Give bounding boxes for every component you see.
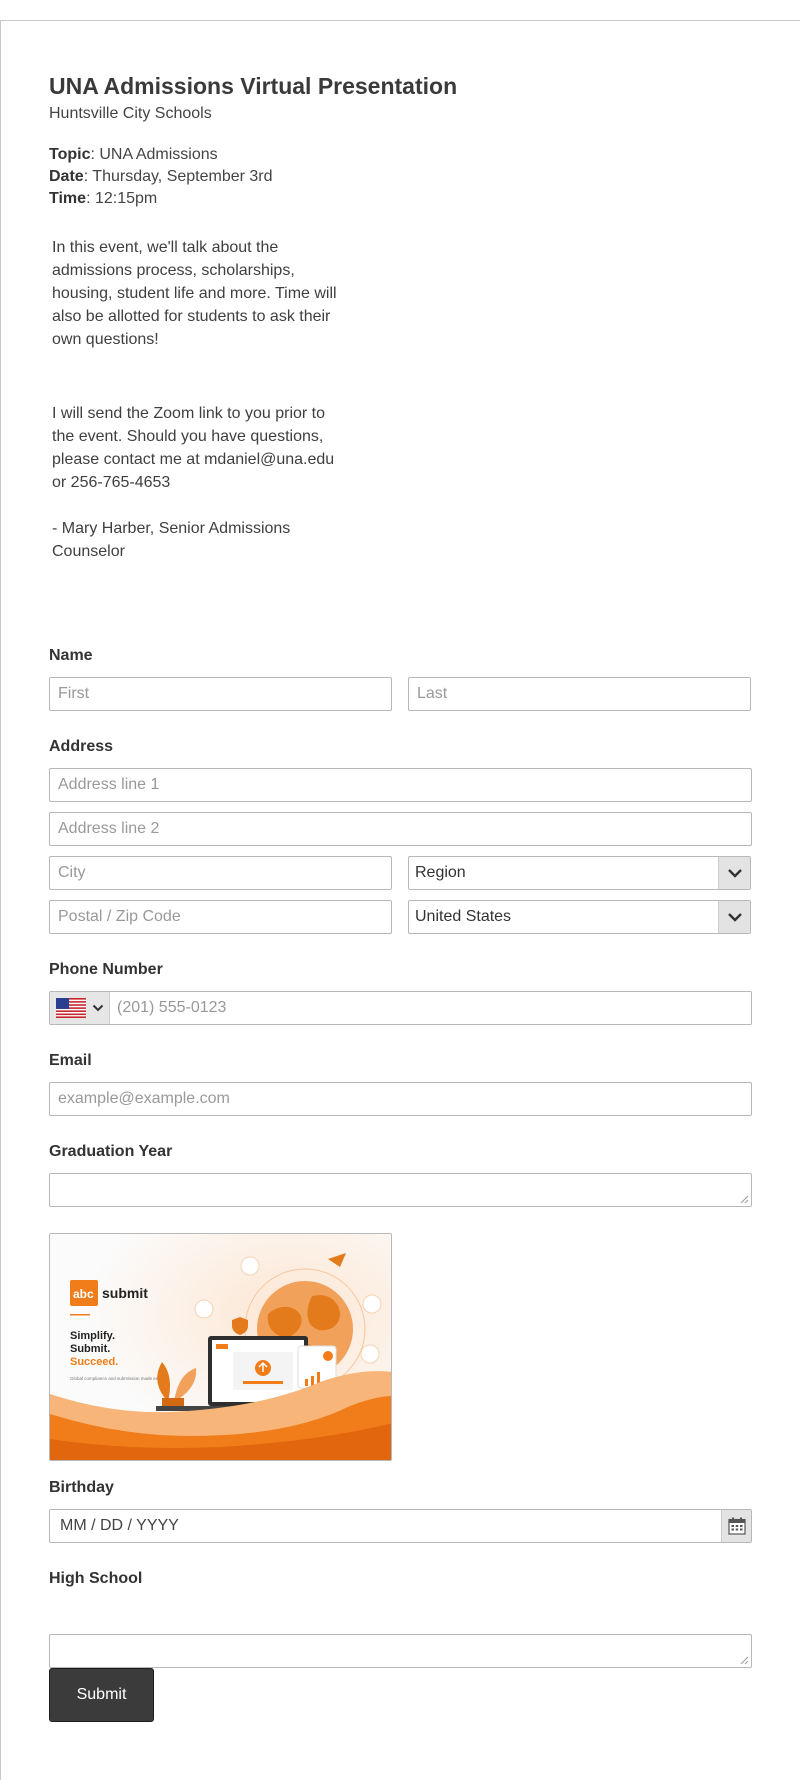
promo-tagline: Global compliance and submission made ea… bbox=[70, 1376, 164, 1381]
birthday-label: Birthday bbox=[49, 1479, 114, 1496]
birthday-field: MM / DD / YYYY bbox=[49, 1509, 752, 1543]
country-code-picker[interactable] bbox=[50, 992, 110, 1024]
zip-input[interactable]: Postal / Zip Code bbox=[49, 900, 392, 934]
chevron-down-icon bbox=[92, 1004, 103, 1012]
brand-text: submit bbox=[102, 1285, 148, 1301]
high-school-input[interactable] bbox=[49, 1634, 752, 1668]
city-input[interactable]: City bbox=[49, 856, 392, 890]
calendar-button[interactable] bbox=[721, 1510, 751, 1542]
phone-field: (201) 555-0123 bbox=[49, 991, 752, 1025]
email-label: Email bbox=[49, 1052, 92, 1069]
graduation-year-label: Graduation Year bbox=[49, 1143, 173, 1160]
description-contact: I will send the Zoom link to you prior t… bbox=[52, 405, 335, 491]
time-value: : 12:15pm bbox=[86, 190, 158, 207]
country-value: United States bbox=[415, 908, 512, 925]
page-title: UNA Admissions Virtual Presentation bbox=[49, 73, 458, 99]
registration-form: UNA Admissions Virtual Presentation Hunt… bbox=[49, 72, 752, 563]
date-value: : Thursday, September 3rd bbox=[83, 168, 273, 185]
time-label: Time bbox=[49, 190, 87, 207]
brand-box-text: abc bbox=[73, 1287, 94, 1301]
phone-input[interactable]: (201) 555-0123 bbox=[110, 999, 226, 1017]
description-paragraph: In this event, we'll talk about the admi… bbox=[52, 239, 337, 348]
submit-button[interactable]: Submit bbox=[49, 1668, 154, 1722]
region-value: Region bbox=[415, 864, 466, 881]
birthday-input[interactable]: MM / DD / YYYY bbox=[58, 1517, 179, 1535]
graduation-year-input[interactable] bbox=[49, 1173, 752, 1207]
name-label: Name bbox=[49, 647, 93, 664]
country-select[interactable]: United States bbox=[408, 900, 751, 934]
event-details: Topic: UNA Admissions Date: Thursday, Se… bbox=[49, 144, 752, 210]
address-line2-input[interactable]: Address line 2 bbox=[49, 812, 752, 846]
promo-line3: Succeed. bbox=[70, 1356, 118, 1368]
promo-line1: Simplify. bbox=[70, 1330, 115, 1342]
zip-country-row: Postal / Zip Code United States bbox=[49, 900, 751, 934]
region-select[interactable]: Region bbox=[408, 856, 751, 890]
chevron-down-icon bbox=[718, 857, 750, 889]
first-name-input[interactable]: First bbox=[49, 677, 392, 711]
promo-line2: Submit. bbox=[70, 1343, 110, 1355]
us-flag-icon bbox=[55, 998, 86, 1018]
name-row: First Last bbox=[49, 677, 751, 711]
chevron-down-icon bbox=[718, 901, 750, 933]
address-label: Address bbox=[49, 738, 114, 755]
promo-image: abc submit Simplify. Submit. Succeed. Gl… bbox=[49, 1233, 392, 1461]
description-signature: - Mary Harber, Senior Admissions Counsel… bbox=[52, 520, 291, 560]
resize-grip-icon[interactable] bbox=[740, 1195, 749, 1204]
calendar-icon bbox=[727, 1517, 746, 1535]
topic-label: Topic bbox=[49, 146, 91, 163]
city-region-row: City Region bbox=[49, 856, 751, 890]
topic-value: : UNA Admissions bbox=[90, 146, 218, 163]
last-name-input[interactable]: Last bbox=[408, 677, 751, 711]
high-school-label: High School bbox=[49, 1570, 143, 1587]
email-input[interactable]: example@example.com bbox=[49, 1082, 752, 1116]
event-description: In this event, we'll talk about the admi… bbox=[52, 236, 337, 563]
date-label: Date bbox=[49, 168, 84, 185]
phone-label: Phone Number bbox=[49, 961, 163, 978]
page-subtitle: Huntsville City Schools bbox=[49, 105, 212, 122]
address-line1-input[interactable]: Address line 1 bbox=[49, 768, 752, 802]
resize-grip-icon[interactable] bbox=[740, 1656, 749, 1665]
